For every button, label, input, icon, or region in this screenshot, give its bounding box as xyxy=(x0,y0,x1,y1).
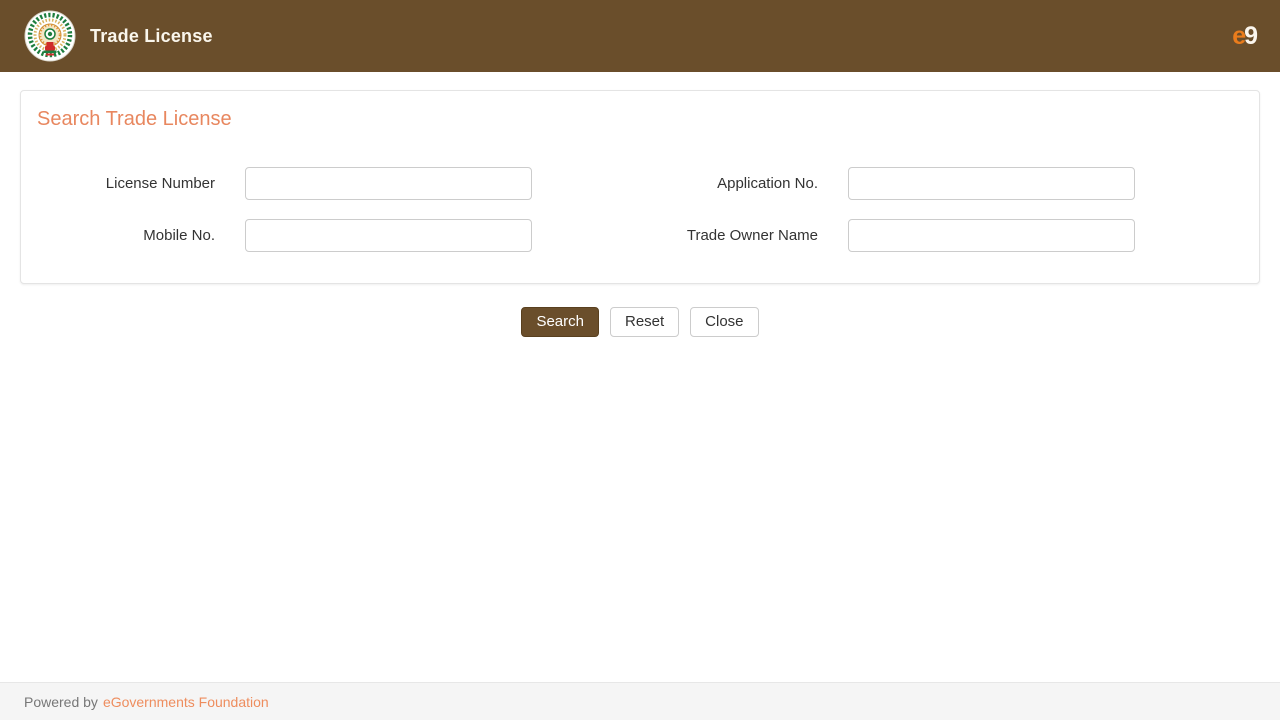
search-form: License Number Application No. Mobile No… xyxy=(37,167,1243,252)
powered-by-text: Powered by xyxy=(24,694,98,710)
license-number-field: License Number xyxy=(37,167,640,200)
mobile-no-label: Mobile No. xyxy=(37,227,245,244)
card-title: Search Trade License xyxy=(37,108,1243,131)
application-no-input[interactable] xyxy=(848,167,1135,200)
trade-owner-name-label: Trade Owner Name xyxy=(640,227,848,244)
search-trade-license-card: Search Trade License License Number Appl… xyxy=(20,90,1260,284)
app-footer: Powered by eGovernments Foundation xyxy=(0,682,1280,720)
application-no-label: Application No. xyxy=(640,175,848,192)
form-row-1: License Number Application No. xyxy=(37,167,1243,200)
brand-letter-9: 9 xyxy=(1244,22,1256,50)
license-number-input[interactable] xyxy=(245,167,532,200)
egovernments-foundation-link[interactable]: eGovernments Foundation xyxy=(103,694,269,710)
search-button[interactable]: Search xyxy=(521,307,599,337)
reset-button[interactable]: Reset xyxy=(610,307,679,337)
license-number-label: License Number xyxy=(37,175,245,192)
main-content: Search Trade License License Number Appl… xyxy=(0,72,1280,682)
trade-owner-name-field: Trade Owner Name xyxy=(640,219,1243,252)
trade-owner-name-input[interactable] xyxy=(848,219,1135,252)
form-row-2: Mobile No. Trade Owner Name xyxy=(37,219,1243,252)
application-no-field: Application No. xyxy=(640,167,1243,200)
close-button[interactable]: Close xyxy=(690,307,758,337)
ap-government-emblem-icon xyxy=(24,10,76,62)
brand-letter-e: e xyxy=(1232,22,1244,50)
form-actions: Search Reset Close xyxy=(0,307,1280,337)
egovernments-logo-icon: e9 xyxy=(1232,24,1256,49)
mobile-no-field: Mobile No. xyxy=(37,219,640,252)
app-header: Trade License e9 xyxy=(0,0,1280,72)
mobile-no-input[interactable] xyxy=(245,219,532,252)
app-title: Trade License xyxy=(90,26,213,47)
